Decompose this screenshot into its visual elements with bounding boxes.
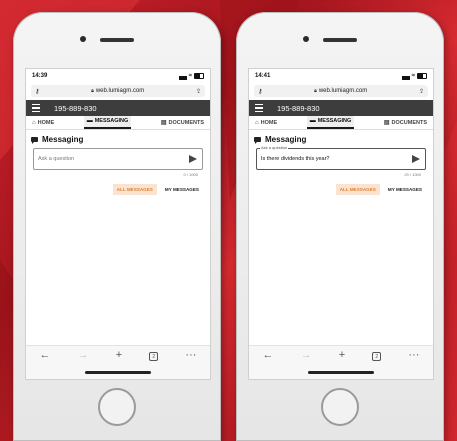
- front-camera: [80, 36, 86, 42]
- home-button[interactable]: [98, 388, 136, 426]
- message-filters: ALL MESSAGES MY MESSAGES: [26, 177, 210, 195]
- key-icon[interactable]: ⚷: [35, 88, 39, 95]
- app-header: 195-889-830: [26, 100, 210, 116]
- tab-label: MESSAGING: [94, 118, 129, 124]
- phone-right: 14:41 ≈ ⚷ 🔒︎ web.lumiagm.com ⇪ 195-889-83…: [236, 12, 444, 441]
- key-icon[interactable]: ⚷: [258, 88, 262, 95]
- char-counter: 29 / 1000: [404, 172, 421, 177]
- send-icon[interactable]: [189, 155, 197, 163]
- tab-label: DOCUMENTS: [168, 119, 204, 126]
- battery-icon: [417, 73, 427, 79]
- wifi-icon: ≈: [188, 73, 192, 79]
- earpiece-speaker: [323, 38, 357, 42]
- chat-icon: ▬: [309, 118, 316, 124]
- earpiece-speaker: [100, 38, 134, 42]
- plus-icon[interactable]: +: [339, 349, 345, 361]
- tab-label: MESSAGING: [317, 118, 352, 124]
- chat-icon: [31, 137, 38, 144]
- tab-label: HOME: [260, 120, 278, 126]
- address-bar[interactable]: ⚷ 🔒︎ web.lumiagm.com ⇪: [31, 85, 205, 97]
- tab-label: HOME: [37, 120, 55, 126]
- share-icon[interactable]: ⇪: [419, 88, 424, 95]
- message-filters: ALL MESSAGES MY MESSAGES: [249, 177, 433, 195]
- plus-icon[interactable]: +: [116, 349, 122, 361]
- char-counter: 0 / 1000: [183, 172, 198, 177]
- status-time: 14:39: [32, 73, 48, 79]
- send-icon[interactable]: [412, 155, 420, 163]
- status-time: 14:41: [255, 73, 271, 79]
- chat-icon: [254, 137, 261, 144]
- phone-screen: 14:39 ≈ ⚷ 🔒︎ web.lumiagm.com ⇪ 195-889-83…: [25, 68, 211, 380]
- lock-icon: 🔒︎: [91, 88, 94, 94]
- document-icon: ▤: [160, 120, 167, 126]
- signal-icon: [401, 72, 410, 80]
- menu-icon[interactable]: [255, 104, 263, 112]
- back-arrow-icon[interactable]: ←: [263, 349, 274, 361]
- tab-home[interactable]: ⌂ HOME: [252, 120, 280, 129]
- status-bar: 14:39 ≈: [26, 69, 210, 83]
- app-header: 195-889-830: [249, 100, 433, 116]
- status-bar: 14:41 ≈: [249, 69, 433, 83]
- nav-tabs: ⌂ HOME ▬ MESSAGING ▤ DOCUMENTS: [26, 116, 210, 130]
- back-arrow-icon[interactable]: ←: [40, 349, 51, 361]
- more-dots-icon[interactable]: ···: [408, 349, 419, 361]
- browser-toolbar: ← → + 2 ···: [26, 345, 210, 379]
- share-icon[interactable]: ⇪: [196, 88, 201, 95]
- wifi-icon: ≈: [411, 73, 415, 79]
- question-value: Is there dividends this year?: [261, 156, 330, 162]
- forward-arrow-icon[interactable]: →: [78, 349, 89, 361]
- more-dots-icon[interactable]: ···: [185, 349, 196, 361]
- document-icon: ▤: [383, 120, 390, 126]
- browser-toolbar: ← → + 2 ···: [249, 345, 433, 379]
- home-indicator: [308, 371, 374, 374]
- tab-home[interactable]: ⌂ HOME: [29, 120, 57, 129]
- menu-icon[interactable]: [32, 104, 40, 112]
- filter-my-messages[interactable]: MY MESSAGES: [161, 184, 203, 195]
- tab-documents[interactable]: ▤ DOCUMENTS: [381, 119, 430, 129]
- url-text: web.lumiagm.com: [318, 88, 368, 94]
- home-indicator: [85, 371, 151, 374]
- question-label: Ask a question: [260, 145, 289, 150]
- filter-all-messages[interactable]: ALL MESSAGES: [112, 184, 157, 195]
- filter-my-messages[interactable]: MY MESSAGES: [384, 184, 426, 195]
- tabs-count-button[interactable]: 2: [149, 352, 159, 361]
- phone-left: 14:39 ≈ ⚷ 🔒︎ web.lumiagm.com ⇪ 195-889-83…: [13, 12, 221, 441]
- section-title-text: Messaging: [42, 135, 84, 144]
- battery-icon: [194, 73, 204, 79]
- front-camera: [303, 36, 309, 42]
- tab-messaging[interactable]: ▬ MESSAGING: [83, 116, 132, 129]
- chat-icon: ▬: [86, 118, 93, 124]
- tab-label: DOCUMENTS: [391, 119, 427, 126]
- page-title: Messaging: [26, 130, 210, 148]
- question-input[interactable]: Ask a question Is there dividends this y…: [256, 145, 426, 170]
- tabs-count-button[interactable]: 2: [372, 352, 382, 361]
- tab-messaging[interactable]: ▬ MESSAGING: [306, 116, 355, 129]
- question-placeholder: Ask a question: [38, 156, 75, 162]
- url-text: web.lumiagm.com: [95, 88, 145, 94]
- nav-tabs: ⌂ HOME ▬ MESSAGING ▤ DOCUMENTS: [249, 116, 433, 130]
- tab-documents[interactable]: ▤ DOCUMENTS: [158, 119, 207, 129]
- section-title-text: Messaging: [265, 135, 307, 144]
- phone-screen: 14:41 ≈ ⚷ 🔒︎ web.lumiagm.com ⇪ 195-889-83…: [248, 68, 434, 380]
- home-icon: ⌂: [32, 120, 36, 126]
- filter-all-messages[interactable]: ALL MESSAGES: [335, 184, 380, 195]
- meeting-id: 195-889-830: [277, 103, 320, 113]
- home-icon: ⌂: [255, 120, 259, 126]
- forward-arrow-icon[interactable]: →: [301, 349, 312, 361]
- address-bar[interactable]: ⚷ 🔒︎ web.lumiagm.com ⇪: [254, 85, 428, 97]
- question-input[interactable]: Ask a question: [33, 148, 203, 170]
- lock-icon: 🔒︎: [314, 88, 317, 94]
- signal-icon: [178, 72, 187, 80]
- meeting-id: 195-889-830: [54, 103, 97, 113]
- home-button[interactable]: [321, 388, 359, 426]
